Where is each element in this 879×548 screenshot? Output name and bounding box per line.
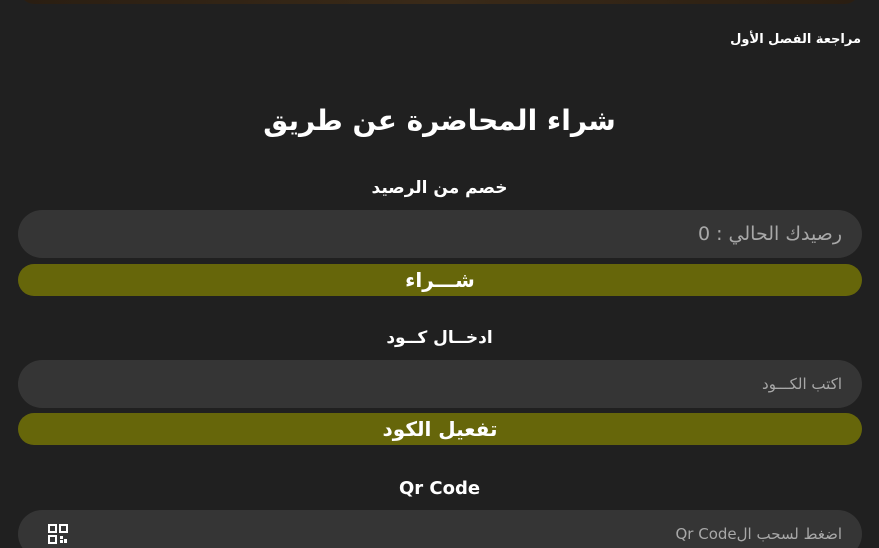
qr-code-icon xyxy=(48,524,68,544)
lecture-banner-image xyxy=(20,0,859,4)
balance-section-label: خصم من الرصيد xyxy=(371,178,508,198)
code-section-label: ادخــال كــود xyxy=(386,328,493,348)
code-input[interactable]: اكتب الكـــود xyxy=(18,360,862,408)
qr-scan-text: اضغط لسحب الQr Code xyxy=(675,525,842,543)
lecture-name: مراجعة الفصل الأول xyxy=(730,32,861,47)
balance-field: رصيدك الحالي : 0 xyxy=(18,210,862,258)
balance-text: رصيدك الحالي : 0 xyxy=(697,223,842,245)
code-input-placeholder: اكتب الكـــود xyxy=(762,375,842,393)
purchase-lecture-page: مراجعة الفصل الأول شراء المحاضرة عن طريق… xyxy=(0,0,879,548)
qr-section-label: Qr Code xyxy=(398,478,481,499)
activate-code-button[interactable]: تفعيل الكود xyxy=(18,413,862,445)
qr-scan-button[interactable]: اضغط لسحب الQr Code xyxy=(18,510,862,548)
buy-button[interactable]: شـــراء xyxy=(18,264,862,296)
page-title: شراء المحاضرة عن طريق xyxy=(263,104,616,137)
